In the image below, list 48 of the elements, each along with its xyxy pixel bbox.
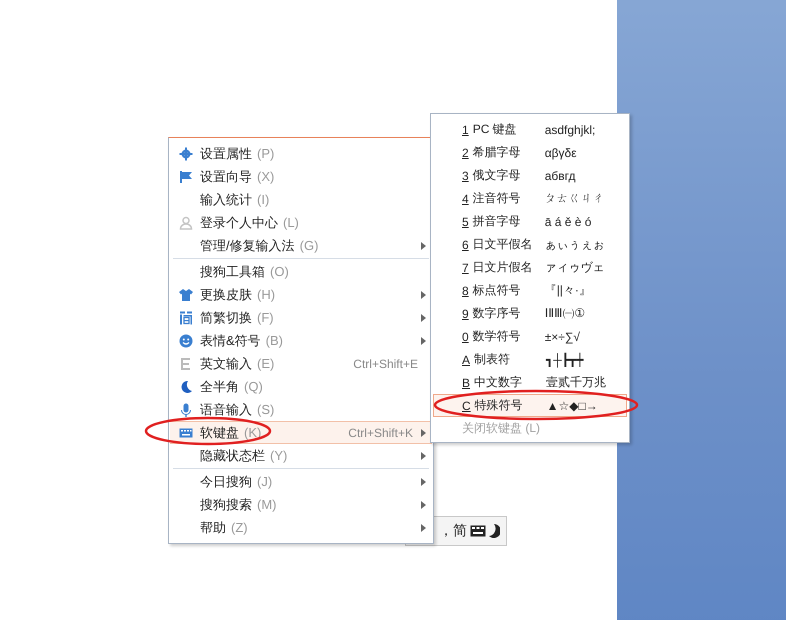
- menu-item[interactable]: 2 希腊字母 αβγδε: [433, 141, 627, 164]
- submenu-arrow-icon: [421, 314, 426, 322]
- gear-icon: [179, 146, 193, 160]
- submenu-arrow-icon: [421, 478, 426, 486]
- menu-item[interactable]: 英文输入 (E) Ctrl+Shift+E: [170, 352, 432, 375]
- moon-icon[interactable]: [489, 524, 500, 538]
- menu-item[interactable]: 7 日文片假名 ァィゥヴェ: [433, 256, 627, 279]
- menu-item[interactable]: 1 PC 键盘 asdfghjkl;: [433, 118, 627, 141]
- menu-item[interactable]: 隐藏状态栏 (Y): [170, 444, 432, 467]
- menu-item[interactable]: 简繁切换 (F): [170, 306, 432, 329]
- keyboard-icon: [179, 426, 193, 440]
- menu-item[interactable]: 8 标点符号 『||々·』: [433, 279, 627, 302]
- menu-item[interactable]: 0 数学符号 ±×÷∑√: [433, 325, 627, 348]
- microphone-icon: [179, 402, 193, 416]
- submenu-arrow-icon: [421, 500, 426, 508]
- status-text: ，简: [439, 522, 467, 540]
- menu-item[interactable]: 设置向导 (X): [170, 165, 432, 188]
- menu-item[interactable]: 设置属性 (P): [170, 142, 432, 165]
- menu-item[interactable]: A 制表符 ┓┼┣┳┿: [433, 348, 627, 371]
- menu-item[interactable]: 表情&符号 (B): [170, 329, 432, 352]
- submenu-arrow-icon: [421, 336, 426, 344]
- smiley-icon: [179, 334, 193, 348]
- person-icon: [179, 216, 193, 230]
- submenu-arrow-icon: [421, 242, 426, 250]
- menu-item[interactable]: 管理/修复输入法 (G): [170, 234, 432, 257]
- submenu-arrow-icon: [421, 452, 426, 460]
- moon-icon: [179, 380, 193, 394]
- letter-e-icon: [179, 356, 193, 370]
- menu-item[interactable]: 5 拼音字母 ā á ě è ó: [433, 210, 627, 233]
- menu-item[interactable]: 语音输入 (S): [170, 398, 432, 421]
- submenu-arrow-icon: [421, 290, 426, 298]
- menu-item[interactable]: 6 日文平假名 ぁぃぅぇぉ: [433, 233, 627, 256]
- menu-item[interactable]: 输入统计 (I): [170, 188, 432, 211]
- menu-item[interactable]: 3 俄文字母 абвгд: [433, 164, 627, 187]
- menu-item[interactable]: 更换皮肤 (H): [170, 283, 432, 306]
- flag-icon: [179, 170, 193, 184]
- menu-item[interactable]: 帮助 (Z): [170, 516, 432, 539]
- menu-item[interactable]: C 特殊符号 ▲☆◆□→: [433, 394, 627, 417]
- keyboard-icon[interactable]: [470, 525, 486, 537]
- shirt-icon: [179, 288, 193, 302]
- menu-item[interactable]: 4 注音符号 ㄆㄊㄍㄐㄔ: [433, 187, 627, 210]
- submenu-arrow-icon: [421, 524, 426, 532]
- menu-item[interactable]: 9 数字序号 ⅠⅡⅢ㈠①: [433, 302, 627, 325]
- menu-item[interactable]: 搜狗搜索 (M): [170, 493, 432, 516]
- submenu-arrow-icon: [421, 428, 426, 436]
- simplified-traditional-icon: [179, 310, 193, 324]
- menu-item[interactable]: 全半角 (Q): [170, 375, 432, 398]
- menu-item[interactable]: 登录个人中心 (L): [170, 211, 432, 234]
